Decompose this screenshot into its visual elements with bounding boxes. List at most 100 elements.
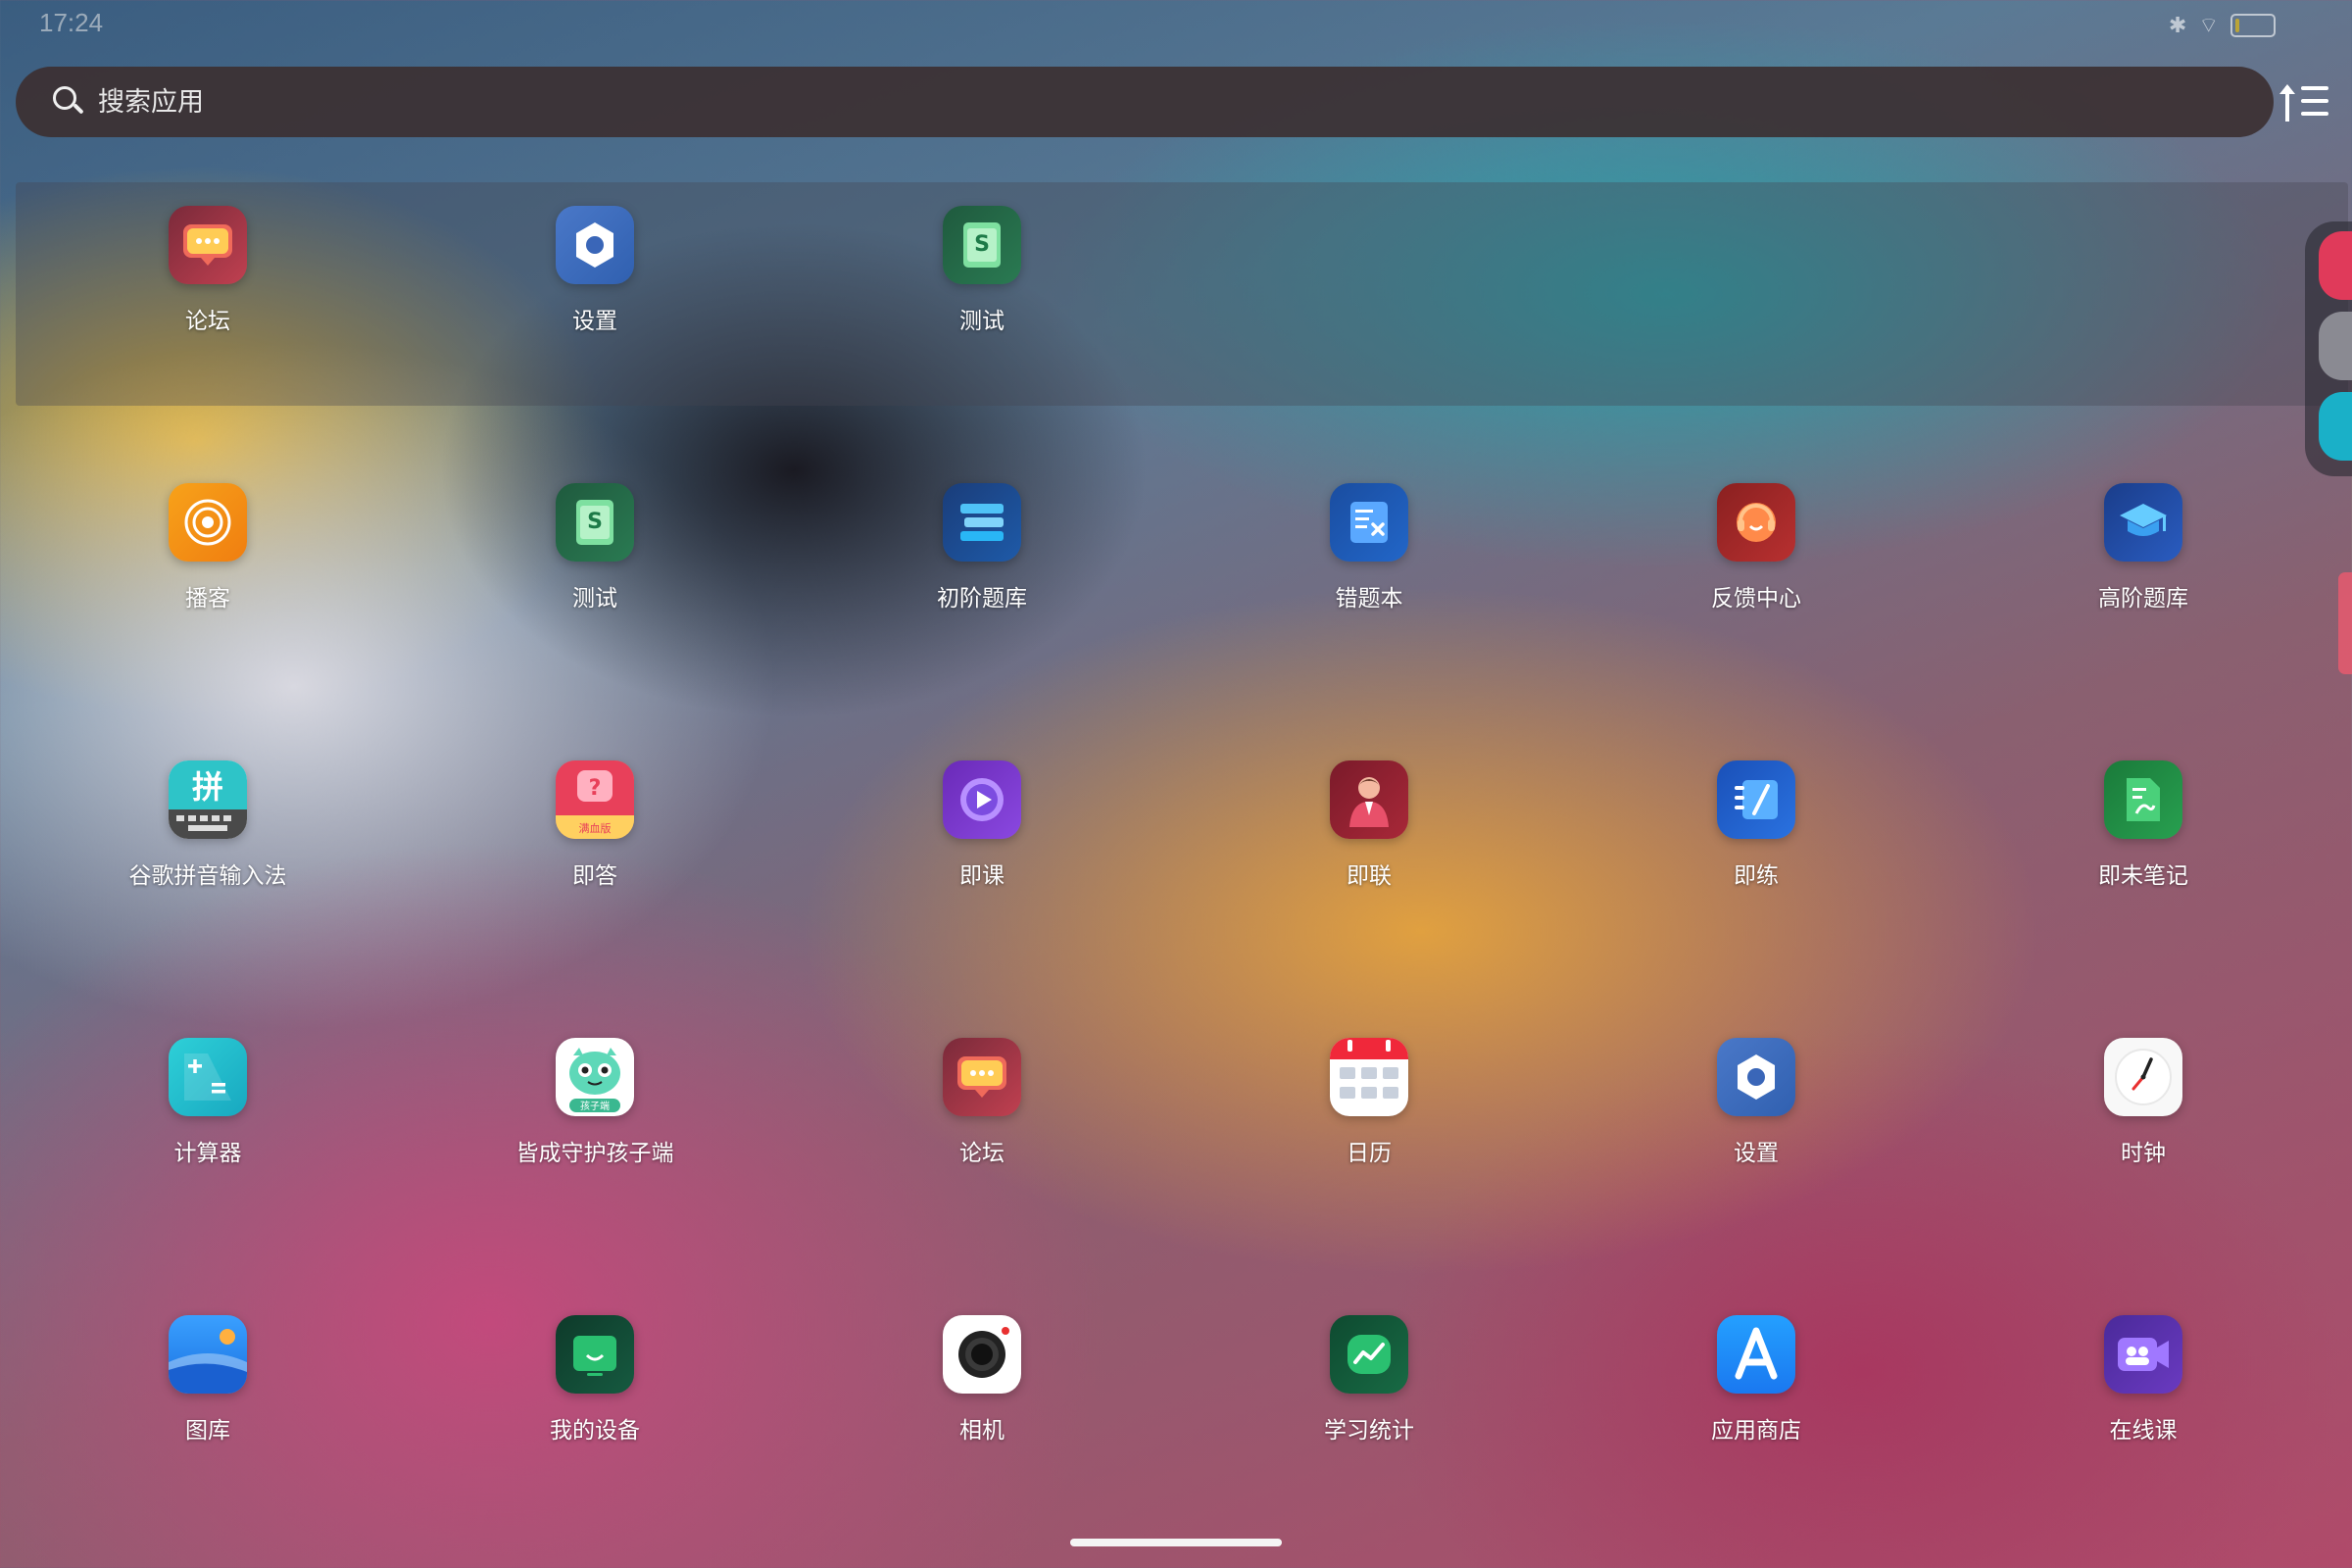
app-label: 学习统计 bbox=[1324, 1418, 1414, 1444]
app-label: 时钟 bbox=[2121, 1141, 2166, 1166]
google-pinyin-icon: 拼 bbox=[169, 760, 247, 839]
jida-icon: ? 满血版 bbox=[556, 760, 634, 839]
clock-icon bbox=[2104, 1038, 2182, 1116]
study-stats-icon bbox=[1330, 1315, 1408, 1394]
mistake-book-icon bbox=[1330, 483, 1408, 562]
app-jilian[interactable]: 即联 bbox=[1222, 760, 1516, 956]
app-label: 日历 bbox=[1347, 1141, 1392, 1166]
app-notes[interactable]: 即未笔记 bbox=[1996, 760, 2290, 956]
jike-icon bbox=[943, 760, 1021, 839]
app-store-icon bbox=[1717, 1315, 1795, 1394]
app-forum[interactable]: 论坛 bbox=[835, 1038, 1129, 1234]
app-jike[interactable]: 即课 bbox=[835, 760, 1129, 956]
podcast-icon bbox=[169, 483, 247, 562]
test-icon: S bbox=[943, 206, 1021, 284]
settings-icon bbox=[1717, 1038, 1795, 1116]
search-icon bbox=[49, 82, 88, 122]
app-jilian-practice[interactable]: 即练 bbox=[1609, 760, 1903, 956]
app-clock[interactable]: 时钟 bbox=[1996, 1038, 2290, 1234]
side-dock bbox=[2305, 221, 2352, 476]
scroll-handle[interactable] bbox=[2338, 572, 2352, 674]
app-podcast[interactable]: 播客 bbox=[61, 483, 355, 679]
status-time: 17:24 bbox=[39, 8, 104, 37]
app-calendar[interactable]: 日历 bbox=[1222, 1038, 1516, 1234]
app-basic-question-bank[interactable]: 初阶题库 bbox=[835, 483, 1129, 679]
status-icons: ✱ ⌔ bbox=[2169, 12, 2276, 39]
app-gallery[interactable]: 图库 bbox=[61, 1315, 355, 1511]
dock-button-2[interactable] bbox=[2319, 312, 2352, 380]
app-label: 相机 bbox=[959, 1418, 1004, 1444]
jilian-practice-icon bbox=[1717, 760, 1795, 839]
home-indicator[interactable] bbox=[1070, 1539, 1282, 1546]
forum-icon bbox=[169, 206, 247, 284]
app-child-guard[interactable]: 孩子端 皆成守护孩子端 bbox=[448, 1038, 742, 1234]
jilian-icon bbox=[1330, 760, 1408, 839]
app-label: 即答 bbox=[572, 863, 617, 889]
app-test[interactable]: S 测试 bbox=[448, 483, 742, 679]
settings-icon bbox=[556, 206, 634, 284]
app-feedback-center[interactable]: 反馈中心 bbox=[1609, 483, 1903, 679]
test-icon: S bbox=[556, 483, 634, 562]
child-guard-icon: 孩子端 bbox=[556, 1038, 634, 1116]
svg-text:满血版: 满血版 bbox=[579, 821, 612, 835]
app-label: 测试 bbox=[572, 586, 617, 612]
app-calculator[interactable]: 计算器 bbox=[61, 1038, 355, 1234]
app-label: 播客 bbox=[185, 586, 230, 612]
svg-text:S: S bbox=[587, 510, 603, 534]
search-input[interactable] bbox=[96, 85, 2158, 119]
battery-icon bbox=[2230, 14, 2276, 37]
advanced-question-bank-icon bbox=[2104, 483, 2182, 562]
app-label: 在线课 bbox=[2109, 1418, 2178, 1444]
app-label: 即未笔记 bbox=[2098, 863, 2188, 889]
app-mistake-book[interactable]: 错题本 bbox=[1222, 483, 1516, 679]
calendar-icon bbox=[1330, 1038, 1408, 1116]
app-study-stats[interactable]: 学习统计 bbox=[1222, 1315, 1516, 1511]
recent-app-test[interactable]: S 测试 bbox=[835, 206, 1129, 402]
app-label: 论坛 bbox=[185, 309, 230, 334]
app-label: 即课 bbox=[959, 863, 1004, 889]
sort-icon bbox=[2279, 84, 2295, 122]
svg-text:孩子端: 孩子端 bbox=[580, 1100, 610, 1112]
app-my-device[interactable]: 我的设备 bbox=[448, 1315, 742, 1511]
app-label: 即练 bbox=[1734, 863, 1779, 889]
wifi-icon: ⌔ bbox=[2198, 13, 2219, 37]
recent-app-forum[interactable]: 论坛 bbox=[61, 206, 355, 402]
search-bar[interactable] bbox=[16, 67, 2274, 137]
app-label: 应用商店 bbox=[1711, 1418, 1801, 1444]
app-camera[interactable]: 相机 bbox=[835, 1315, 1129, 1511]
forum-icon bbox=[943, 1038, 1021, 1116]
bluetooth-icon: ✱ bbox=[2168, 13, 2187, 37]
app-advanced-question-bank[interactable]: 高阶题库 bbox=[1996, 483, 2290, 679]
online-class-icon bbox=[2104, 1315, 2182, 1394]
feedback-center-icon bbox=[1717, 483, 1795, 562]
notes-icon bbox=[2104, 760, 2182, 839]
app-online-class[interactable]: 在线课 bbox=[1996, 1315, 2290, 1511]
app-label: 测试 bbox=[959, 309, 1004, 334]
app-label: 初阶题库 bbox=[937, 586, 1027, 612]
recent-app-settings[interactable]: 设置 bbox=[448, 206, 742, 402]
app-label: 我的设备 bbox=[550, 1418, 640, 1444]
svg-text:S: S bbox=[974, 232, 990, 257]
app-google-pinyin[interactable]: 拼 谷歌拼音输入法 bbox=[61, 760, 355, 956]
svg-text:?: ? bbox=[589, 776, 602, 801]
app-app-store[interactable]: 应用商店 bbox=[1609, 1315, 1903, 1511]
app-label: 设置 bbox=[1734, 1141, 1779, 1166]
recent-apps-panel bbox=[16, 182, 2348, 406]
status-bar: 17:24 ✱ ⌔ bbox=[0, 0, 2352, 45]
basic-question-bank-icon bbox=[943, 483, 1021, 562]
camera-icon bbox=[943, 1315, 1021, 1394]
app-label: 即联 bbox=[1347, 863, 1392, 889]
app-label: 计算器 bbox=[173, 1141, 242, 1166]
app-jida[interactable]: ? 满血版 即答 bbox=[448, 760, 742, 956]
calculator-icon bbox=[169, 1038, 247, 1116]
svg-text:拼: 拼 bbox=[192, 768, 223, 806]
app-label: 图库 bbox=[185, 1418, 230, 1444]
app-label: 论坛 bbox=[959, 1141, 1004, 1166]
app-label: 设置 bbox=[572, 309, 617, 334]
app-label: 错题本 bbox=[1335, 586, 1403, 612]
sort-button[interactable] bbox=[2279, 82, 2328, 125]
dock-button-3[interactable] bbox=[2319, 392, 2352, 461]
my-device-icon bbox=[556, 1315, 634, 1394]
app-settings[interactable]: 设置 bbox=[1609, 1038, 1903, 1234]
dock-button-1[interactable] bbox=[2319, 231, 2352, 300]
